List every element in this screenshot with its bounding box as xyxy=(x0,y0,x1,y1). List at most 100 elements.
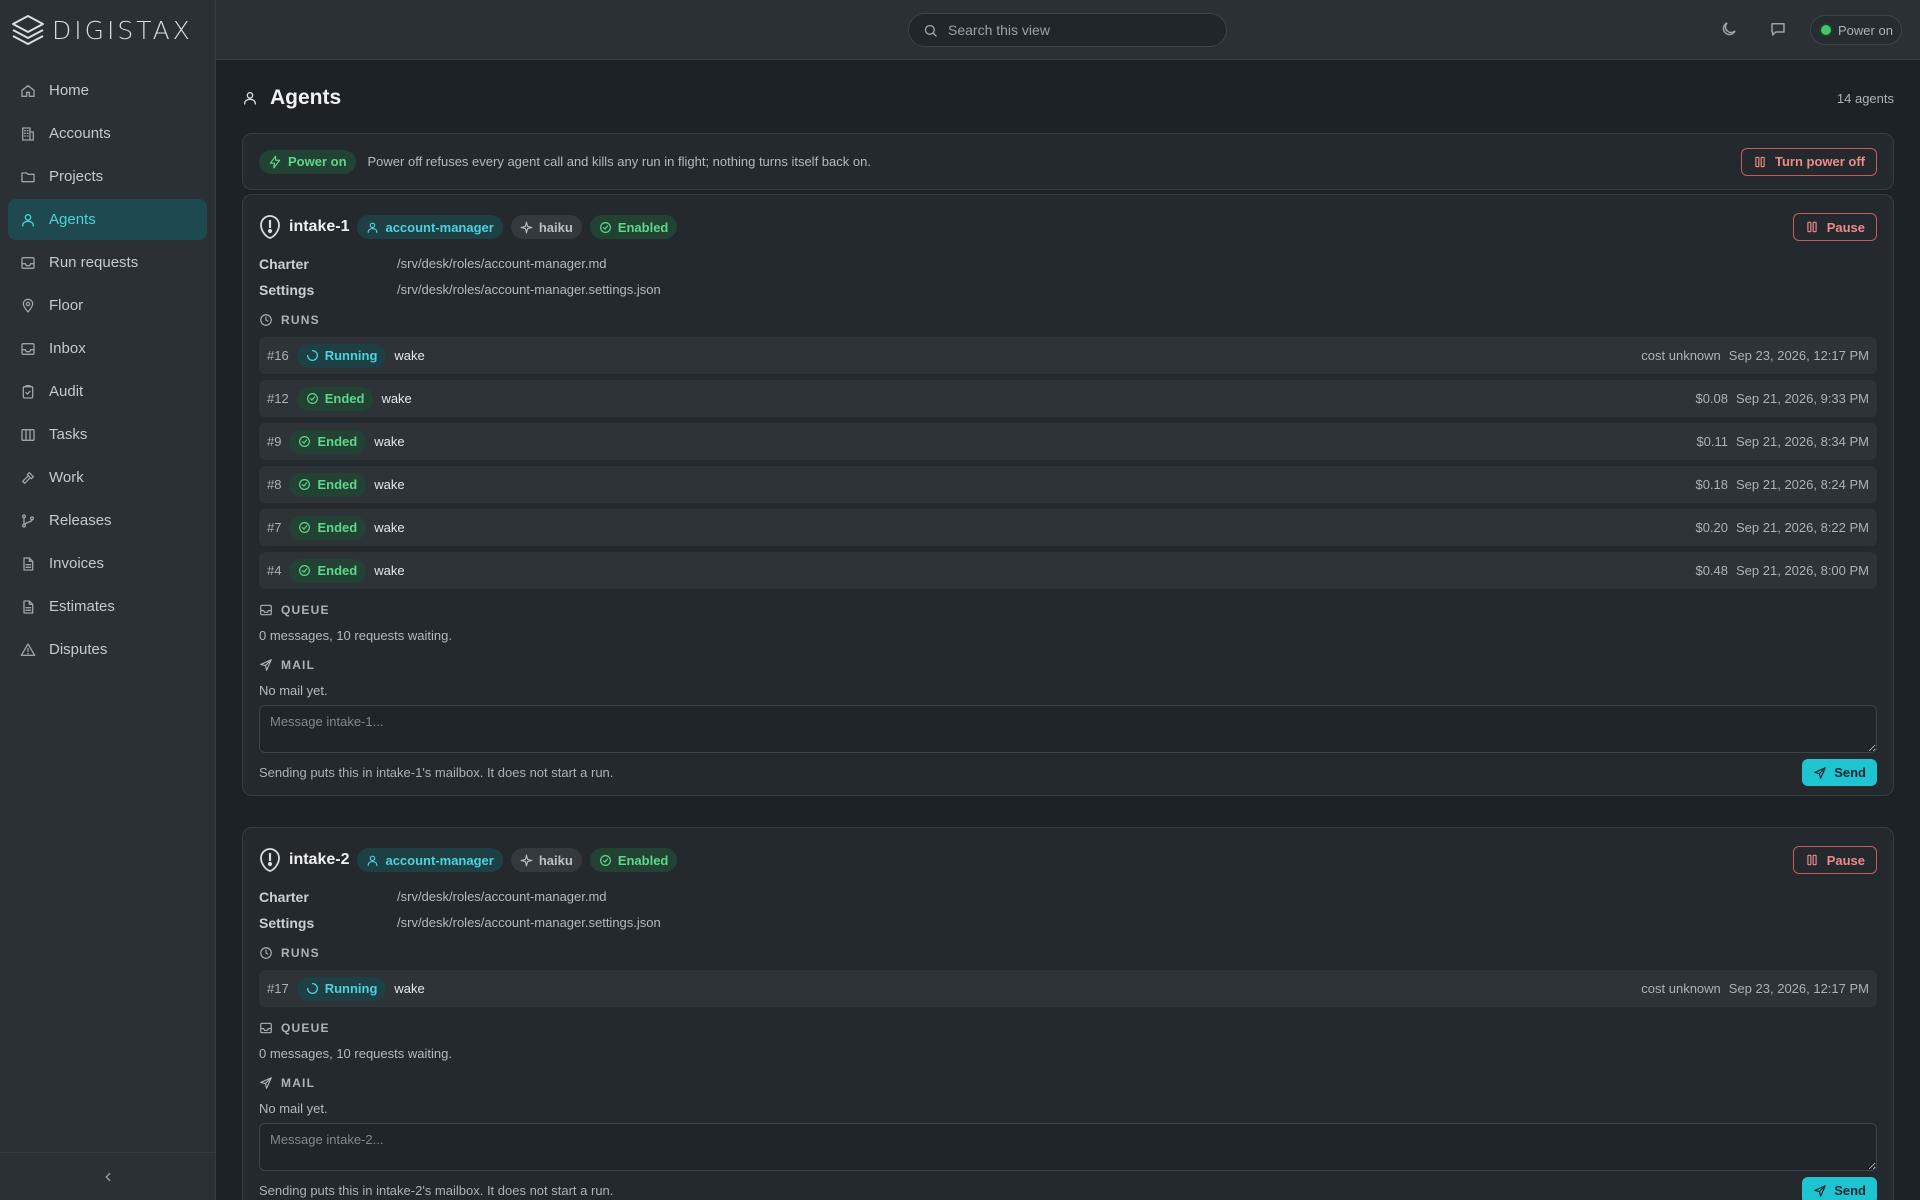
sidebar-item-run-requests[interactable]: Run requests xyxy=(8,242,207,283)
sidebar-item-agents[interactable]: Agents xyxy=(8,199,207,240)
queue-section-label: QUEUE xyxy=(259,603,330,617)
run-row[interactable]: #9 Ended wake $0.11 Sep 21, 2026, 8:34 PM xyxy=(259,423,1877,460)
pause-button[interactable]: Pause xyxy=(1792,846,1877,874)
main-content: Agents 14 agents Power on Power off refu… xyxy=(216,61,1920,1200)
message-input[interactable] xyxy=(260,706,1876,752)
sidebar-item-invoices[interactable]: Invoices xyxy=(8,543,207,584)
mail-status: No mail yet. xyxy=(259,1101,328,1116)
charter-path[interactable]: /srv/desk/roles/account-manager.md xyxy=(397,889,607,905)
tray-icon xyxy=(259,603,273,617)
spinner-icon xyxy=(306,982,319,995)
message-icon[interactable] xyxy=(1769,20,1787,38)
sidebar-item-label: Run requests xyxy=(49,254,139,271)
run-status-badge: Ended xyxy=(289,558,367,583)
role-badge[interactable]: account-manager xyxy=(357,215,503,239)
sidebar-item-label: Accounts xyxy=(49,125,111,142)
runs-label: RUNS xyxy=(281,313,320,327)
run-status-label: Ended xyxy=(317,520,358,535)
check-circle-icon xyxy=(306,392,319,405)
run-kind: wake xyxy=(374,563,405,578)
send-button-label: Send xyxy=(1834,765,1866,780)
send-icon xyxy=(1813,1184,1827,1198)
run-status-label: Ended xyxy=(317,434,358,449)
run-status-badge: Ended xyxy=(289,429,367,454)
sidebar-item-projects[interactable]: Projects xyxy=(8,156,207,197)
sidebar-item-releases[interactable]: Releases xyxy=(8,500,207,541)
turn-power-off-button[interactable]: Turn power off xyxy=(1740,147,1877,176)
run-row[interactable]: #16 Running wake cost unknown Sep 23, 2026, … xyxy=(259,337,1877,374)
home-icon xyxy=(20,83,36,99)
user-icon xyxy=(366,854,379,867)
sidebar-nav: Home Accounts Projects Agents Run requests Fl… xyxy=(0,60,215,670)
queue-label: QUEUE xyxy=(281,603,330,617)
power-on-badge: Power on xyxy=(259,149,356,174)
run-cost: $0.20 xyxy=(1695,520,1729,535)
check-circle-icon xyxy=(298,564,311,577)
sidebar-item-label: Home xyxy=(49,82,90,99)
model-badge: haiku xyxy=(510,848,582,872)
queue-section-label: QUEUE xyxy=(259,1021,330,1035)
agent-card-header: intake-2 account-manager haiku Enabled Pause xyxy=(259,844,1877,876)
message-box xyxy=(259,1123,1877,1171)
run-status-badge: Ended xyxy=(289,472,367,497)
run-row[interactable]: #7 Ended wake $0.20 Sep 21, 2026, 8:22 PM xyxy=(259,509,1877,546)
send-button[interactable]: Send xyxy=(1802,759,1877,786)
sidebar-item-label: Agents xyxy=(49,211,96,228)
sidebar: DIGISTAX Home Accounts Projects Agents Run r… xyxy=(0,0,216,1200)
queue-status: 0 messages, 10 requests waiting. xyxy=(259,1046,452,1061)
run-date: Sep 23, 2026, 12:17 PM xyxy=(1728,348,1869,363)
settings-path[interactable]: /srv/desk/roles/account-manager.settings… xyxy=(397,915,661,931)
user-icon xyxy=(366,221,379,234)
sidebar-item-work[interactable]: Work xyxy=(8,457,207,498)
bolt-icon xyxy=(268,155,282,169)
pause-button[interactable]: Pause xyxy=(1792,213,1877,241)
agent-card-header: intake-1 account-manager haiku Enabled Pause xyxy=(259,211,1877,243)
run-row[interactable]: #4 Ended wake $0.48 Sep 21, 2026, 8:00 PM xyxy=(259,552,1877,589)
git-branch-icon xyxy=(20,513,36,529)
sidebar-item-tasks[interactable]: Tasks xyxy=(8,414,207,455)
moon-icon[interactable] xyxy=(1720,20,1738,38)
topbar: Power on xyxy=(216,0,1920,60)
inbox-icon xyxy=(20,255,36,271)
run-row[interactable]: #8 Ended wake $0.18 Sep 21, 2026, 8:24 PM xyxy=(259,466,1877,503)
run-row[interactable]: #17 Running wake cost unknown Sep 23, 2026, … xyxy=(259,970,1877,1007)
power-status-pill[interactable]: Power on xyxy=(1810,15,1902,45)
run-row[interactable]: #12 Ended wake $0.08 Sep 21, 2026, 9:33 PM xyxy=(259,380,1877,417)
sidebar-item-estimates[interactable]: Estimates xyxy=(8,586,207,627)
role-badge[interactable]: account-manager xyxy=(357,848,503,872)
collapse-sidebar-button[interactable] xyxy=(0,1152,215,1200)
sidebar-item-accounts[interactable]: Accounts xyxy=(8,113,207,154)
run-date: Sep 21, 2026, 8:24 PM xyxy=(1736,477,1869,492)
send-button[interactable]: Send xyxy=(1802,1177,1877,1200)
sidebar-item-label: Projects xyxy=(49,168,104,185)
sidebar-item-audit[interactable]: Audit xyxy=(8,371,207,412)
brand[interactable]: DIGISTAX xyxy=(0,0,215,60)
page-title: Agents xyxy=(270,86,342,109)
settings-path[interactable]: /srv/desk/roles/account-manager.settings… xyxy=(397,282,661,298)
sidebar-item-label: Estimates xyxy=(49,598,115,615)
enabled-badge-label: Enabled xyxy=(617,852,669,868)
run-kind: wake xyxy=(374,477,405,492)
run-date: Sep 21, 2026, 8:22 PM xyxy=(1736,520,1869,535)
search-bar[interactable] xyxy=(908,13,1227,47)
charter-path[interactable]: /srv/desk/roles/account-manager.md xyxy=(397,256,607,272)
runs-section-label: RUNS xyxy=(259,946,320,960)
sidebar-item-home[interactable]: Home xyxy=(8,70,207,111)
inbox-icon xyxy=(20,341,36,357)
charter-label: Charter xyxy=(259,256,309,272)
power-dot-icon xyxy=(1821,25,1831,35)
sidebar-item-floor[interactable]: Floor xyxy=(8,285,207,326)
runs-section-label: RUNS xyxy=(259,313,320,327)
search-input[interactable] xyxy=(948,22,1208,38)
send-button-label: Send xyxy=(1834,1183,1866,1198)
agent-card: intake-1 account-manager haiku Enabled Pause… xyxy=(242,194,1894,796)
send-icon xyxy=(259,1076,273,1090)
sidebar-item-inbox[interactable]: Inbox xyxy=(8,328,207,369)
user-icon xyxy=(20,212,36,228)
message-input[interactable] xyxy=(260,1124,1876,1170)
sidebar-item-disputes[interactable]: Disputes xyxy=(8,629,207,670)
runs-label: RUNS xyxy=(281,946,320,960)
mail-status: No mail yet. xyxy=(259,683,328,698)
sparkle-icon xyxy=(520,854,533,867)
run-status-badge: Ended xyxy=(289,515,367,540)
